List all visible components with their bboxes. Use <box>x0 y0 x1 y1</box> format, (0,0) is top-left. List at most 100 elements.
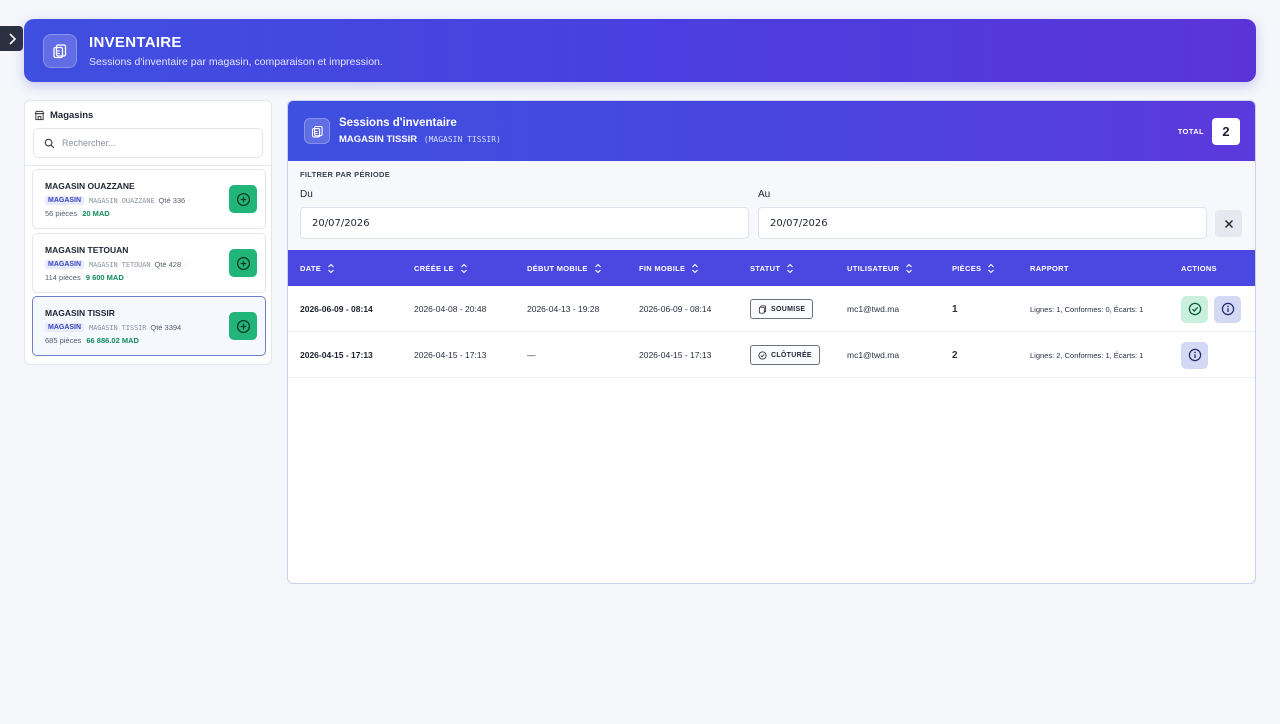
period-filter: FILTRER PAR PÉRIODE Du Au <box>288 161 1255 250</box>
cell-status: SOUMISE <box>750 286 814 332</box>
separator-dot: · <box>184 261 187 268</box>
cell-mobile-start: 2026-04-13 - 19:28 <box>527 304 600 314</box>
from-date-input[interactable] <box>300 207 749 239</box>
total-counter: TOTAL 2 <box>1178 118 1240 145</box>
total-value: 2 <box>1212 118 1240 145</box>
store-card-ouazzane[interactable]: MAGASIN OUAZZANE MAGASIN MAGASIN OUAZZAN… <box>32 169 266 229</box>
info-icon <box>1188 348 1201 362</box>
column-status[interactable]: STATUT <box>750 250 794 286</box>
store-code: MAGASIN TISSIR <box>89 323 147 332</box>
selected-store-name: MAGASIN TISSIR <box>339 134 418 145</box>
close-icon <box>1224 219 1233 228</box>
new-session-button[interactable] <box>229 312 257 340</box>
sort-icon <box>328 263 334 273</box>
column-date[interactable]: DATE <box>300 250 335 286</box>
store-type-chip: MAGASIN <box>45 323 85 332</box>
sort-icon <box>461 263 467 273</box>
column-report: RAPPORT <box>1030 263 1069 273</box>
approve-button[interactable] <box>1181 295 1208 323</box>
column-mobile-end[interactable]: FIN MOBILE <box>639 250 699 286</box>
check-circle-icon <box>1188 302 1201 316</box>
check-circle-icon <box>758 350 767 360</box>
details-button[interactable] <box>1181 341 1208 369</box>
table-header: DATE CRÉÉE LE DÉBUT MOBILE FIN MOBILE ST… <box>288 250 1255 286</box>
store-search-input[interactable] <box>62 138 242 148</box>
sessions-panel: Sessions d'inventaire MAGASIN TISSIR (MA… <box>287 100 1256 584</box>
cell-actions <box>1181 286 1247 332</box>
cell-report: Lignes: 2, Conformes: 1, Écarts: 1 <box>1030 350 1144 360</box>
store-icon <box>34 110 45 121</box>
column-created[interactable]: CRÉÉE LE <box>414 250 468 286</box>
sessions-title: Sessions d'inventaire <box>339 117 457 129</box>
store-code: MAGASIN TETOUAN <box>89 260 151 269</box>
details-button[interactable] <box>1214 295 1241 323</box>
to-date-input[interactable] <box>758 207 1207 239</box>
clear-filter-button[interactable] <box>1215 210 1242 237</box>
new-session-button[interactable] <box>229 185 257 213</box>
cell-pieces: 1 <box>952 303 958 315</box>
store-pieces: 114 pièces <box>45 273 81 282</box>
status-badge: SOUMISE <box>750 299 814 319</box>
store-amount: 9 600 MAD <box>85 273 124 282</box>
column-mobile-start[interactable]: DÉBUT MOBILE <box>527 250 602 286</box>
sort-icon <box>594 263 601 273</box>
store-quantity: Qté 336 <box>158 196 186 205</box>
cell-user: mc1@twd.ma <box>847 304 900 314</box>
column-user[interactable]: UTILISATEUR <box>847 250 913 286</box>
cell-actions <box>1181 332 1214 378</box>
sessions-header: Sessions d'inventaire MAGASIN TISSIR (MA… <box>288 101 1255 161</box>
selected-store-code: (MAGASIN TISSIR) <box>423 135 501 144</box>
store-card-tissir[interactable]: MAGASIN TISSIR MAGASIN MAGASIN TISSIR Qt… <box>32 296 266 356</box>
separator-dot: · <box>188 197 191 204</box>
total-label: TOTAL <box>1177 127 1204 136</box>
cell-user: mc1@twd.ma <box>847 350 900 360</box>
filter-title: FILTRER PAR PÉRIODE <box>300 170 391 179</box>
stores-panel: Magasins MAGASIN OUAZZANE MAGASIN MAGASI… <box>24 100 272 365</box>
from-label: Du <box>300 189 313 200</box>
store-amount: 66 886.02 MAD <box>86 336 139 345</box>
to-label: Au <box>758 189 771 200</box>
cell-mobile-end: 2026-04-15 - 17:13 <box>639 350 712 360</box>
new-session-button[interactable] <box>229 249 257 277</box>
store-code: MAGASIN OUAZZANE <box>89 196 155 205</box>
stores-panel-header: Magasins <box>25 101 271 121</box>
clipboard-copy-icon <box>43 33 77 68</box>
store-amount: 20 MAD <box>82 209 110 218</box>
store-quantity: Qté 428 <box>154 260 182 269</box>
divider <box>25 165 271 166</box>
column-actions: ACTIONS <box>1181 263 1217 273</box>
store-type-chip: MAGASIN <box>45 196 85 205</box>
clipboard-copy-icon <box>304 118 330 144</box>
cell-created: 2026-04-08 - 20:48 <box>414 304 487 314</box>
clipboard-icon <box>758 304 767 314</box>
store-card-tetouan[interactable]: MAGASIN TETOUAN MAGASIN MAGASIN TETOUAN … <box>32 233 266 293</box>
sort-icon <box>906 263 913 273</box>
sidebar-toggle-button[interactable] <box>0 26 23 51</box>
page-header: INVENTAIRE Sessions d'inventaire par mag… <box>24 19 1256 82</box>
page-subtitle: Sessions d'inventaire par magasin, compa… <box>89 55 383 68</box>
plus-circle-icon <box>236 319 250 333</box>
cell-mobile-start: — <box>527 350 536 360</box>
table-row: 2026-06-09 - 08:14 2026-04-08 - 20:48 20… <box>288 286 1255 332</box>
cell-mobile-end: 2026-06-09 - 08:14 <box>639 304 712 314</box>
page-title: INVENTAIRE <box>89 33 182 51</box>
cell-report: Lignes: 1, Conformes: 0, Écarts: 1 <box>1030 304 1144 314</box>
plus-circle-icon <box>236 192 250 206</box>
store-search[interactable] <box>33 128 263 158</box>
store-pieces: 685 pièces <box>45 336 82 345</box>
store-pieces: 56 pièces <box>45 209 78 218</box>
cell-date: 2026-06-09 - 08:14 <box>300 304 373 314</box>
sort-icon <box>988 263 995 273</box>
sort-icon <box>692 263 699 273</box>
status-badge: CLÔTURÉE <box>750 345 820 365</box>
store-type-chip: MAGASIN <box>45 260 85 269</box>
cell-status: CLÔTURÉE <box>750 332 820 378</box>
plus-circle-icon <box>236 256 250 270</box>
stores-panel-title: Magasins <box>50 110 94 121</box>
chevron-right-icon <box>8 32 16 45</box>
table-row: 2026-04-15 - 17:13 2026-04-15 - 17:13 — … <box>288 332 1255 378</box>
sort-icon <box>787 263 794 273</box>
cell-created: 2026-04-15 - 17:13 <box>414 350 487 360</box>
store-quantity: Qté 3394 <box>150 323 182 332</box>
column-pieces[interactable]: PIÈCES <box>952 250 995 286</box>
